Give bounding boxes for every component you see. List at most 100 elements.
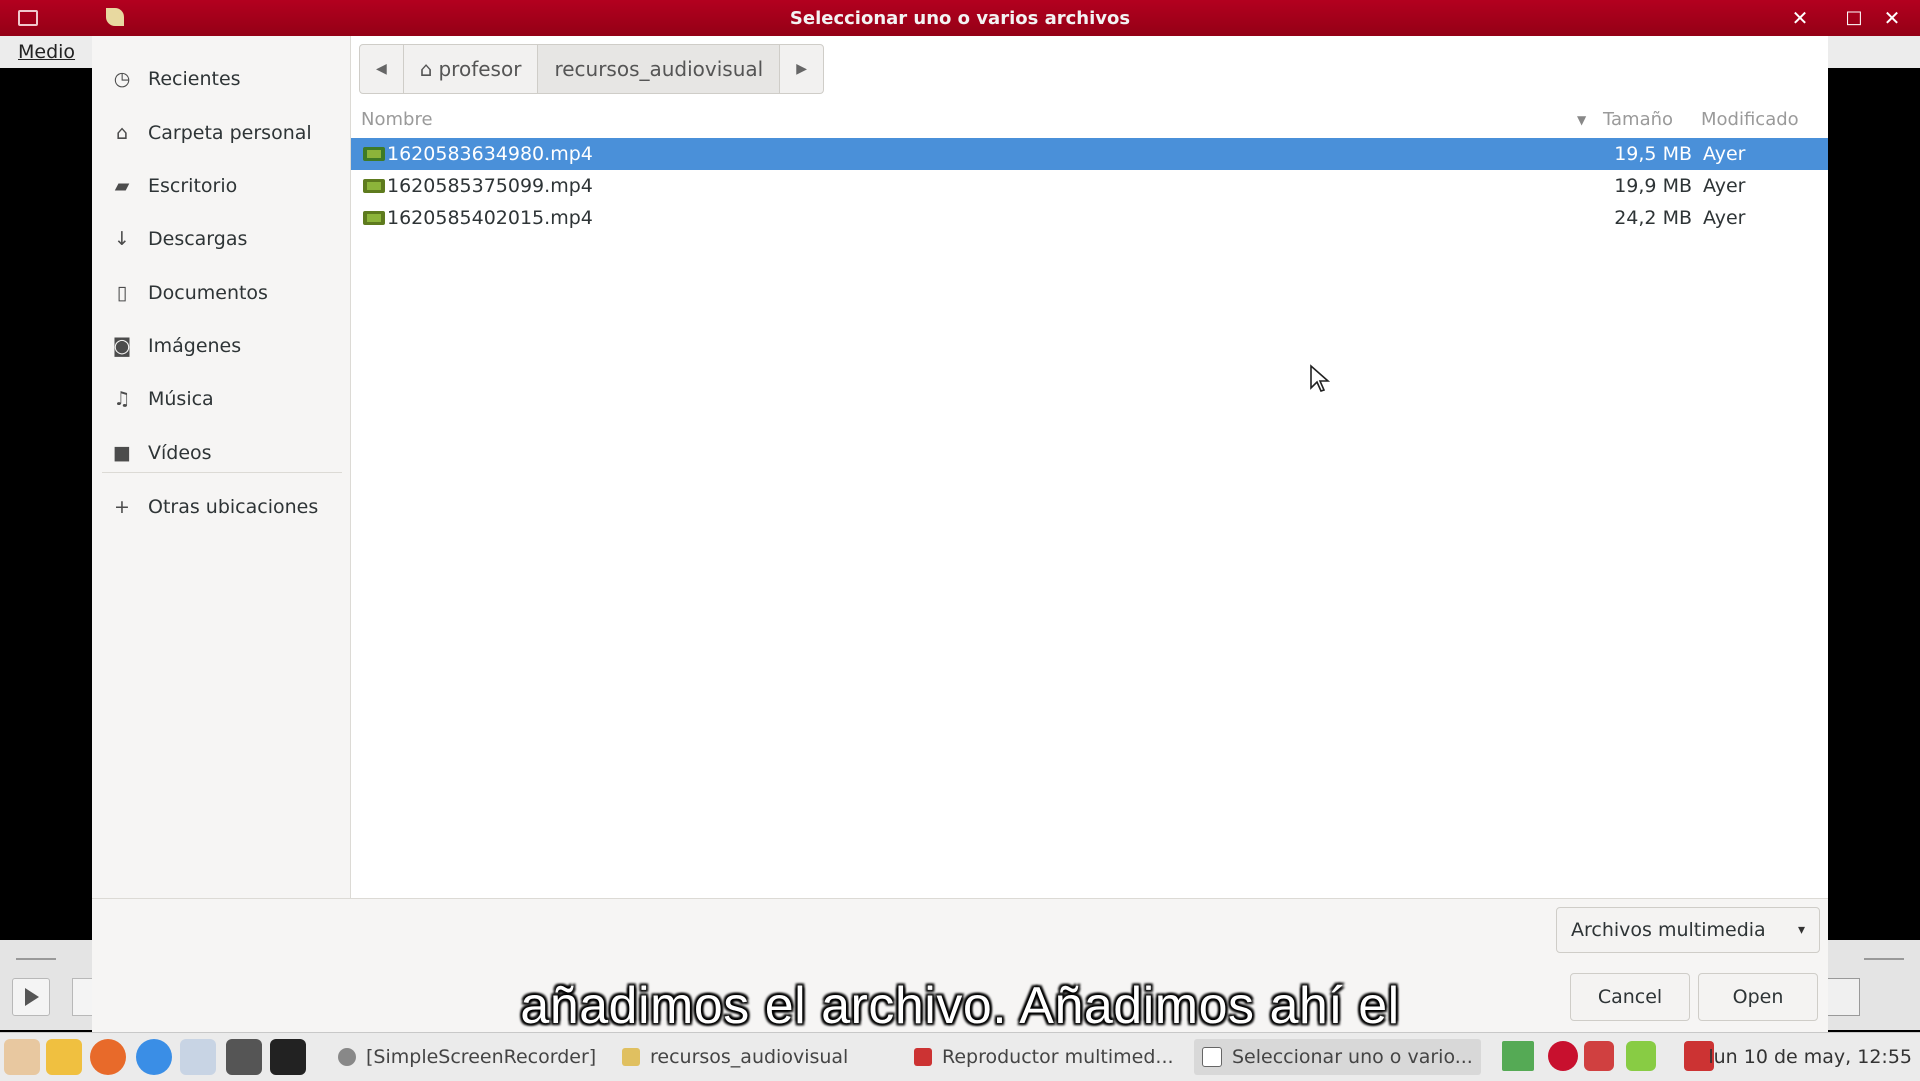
chevron-down-icon: ▾: [1797, 922, 1805, 938]
sidebar-item-musica[interactable]: ♫ Música: [92, 374, 350, 424]
sidebar-item-label: Documentos: [148, 282, 268, 304]
chromium-icon[interactable]: [136, 1039, 172, 1075]
camera-icon: ◙: [112, 335, 132, 357]
mouse-cursor-icon: [1309, 364, 1331, 398]
video-file-icon: [363, 211, 385, 225]
dialog-icon: [1202, 1047, 1222, 1067]
sidebar-item-label: Otras ubicaciones: [148, 496, 319, 518]
sidebar-item-label: Escritorio: [148, 175, 238, 197]
sidebar-item-label: Carpeta personal: [148, 122, 312, 144]
clock[interactable]: lun 10 de may, 12:55: [1708, 1039, 1912, 1075]
sidebar-item-label: Música: [148, 388, 214, 410]
sidebar-item-descargas[interactable]: ↓ Descargas: [92, 214, 350, 264]
home-icon: ⌂: [115, 122, 129, 144]
recorder-icon: [338, 1048, 356, 1066]
file-size: 19,5 MB: [1614, 143, 1692, 165]
video-subtitle: añadimos el archivo. Añadimos ahí el: [520, 977, 1400, 1035]
path-segment-label: recursos_audiovisual: [554, 57, 764, 81]
music-icon: ♫: [113, 388, 131, 410]
task-simplescreenrecorder[interactable]: [SimpleScreenRecorder]: [330, 1039, 604, 1075]
sidebar-separator: [102, 472, 342, 473]
file-size: 19,9 MB: [1614, 175, 1692, 197]
path-segment-profesor[interactable]: ⌂ profesor: [404, 45, 539, 93]
sidebar-item-carpeta-personal[interactable]: ⌂ Carpeta personal: [92, 108, 350, 158]
dialog-close-icon[interactable]: ✕: [1788, 6, 1812, 30]
task-label: Seleccionar uno o vario...: [1232, 1046, 1473, 1068]
home-icon: ⌂: [419, 57, 433, 81]
close-icon[interactable]: ✕: [1880, 6, 1904, 30]
folder-icon: ▰: [114, 175, 130, 197]
column-header: Nombre ▼ Tamaño Modificado: [351, 102, 1828, 139]
video-file-icon: [363, 179, 385, 193]
column-modified[interactable]: Modificado: [1701, 102, 1799, 138]
folder-icon: [622, 1048, 640, 1066]
chevron-right-icon: ▶: [796, 61, 807, 77]
player-volume-slider[interactable]: [1864, 958, 1904, 960]
file-manager-icon[interactable]: [180, 1039, 216, 1075]
download-icon: ↓: [114, 228, 130, 250]
file-type-filter-label: Archivos multimedia: [1571, 919, 1766, 941]
sidebar-item-documentos[interactable]: ▯ Documentos: [92, 268, 350, 318]
sidebar-item-label: Recientes: [148, 68, 241, 90]
app-menu-icon[interactable]: [4, 1039, 40, 1075]
sidebar-item-imagenes[interactable]: ◙ Imágenes: [92, 321, 350, 371]
text-editor-icon[interactable]: [46, 1039, 82, 1075]
file-chooser-dialog: ◷ Recientes ⌂ Carpeta personal ▰ Escrito…: [92, 36, 1828, 1033]
chevron-left-icon: ◀: [376, 61, 387, 77]
file-name: 1620585402015.mp4: [387, 207, 593, 229]
sidebar-item-escritorio[interactable]: ▰ Escritorio: [92, 161, 350, 211]
taskbar: [SimpleScreenRecorder] recursos_audiovis…: [0, 1032, 1920, 1081]
task-reproductor[interactable]: Reproductor multimed...: [906, 1039, 1182, 1075]
sort-descending-icon[interactable]: ▼: [1577, 102, 1586, 138]
task-label: Reproductor multimed...: [942, 1046, 1174, 1068]
screen-recorder-icon[interactable]: [270, 1039, 306, 1075]
sidebar-item-label: Vídeos: [148, 442, 212, 464]
task-label: recursos_audiovisual: [650, 1046, 849, 1068]
places-sidebar: ◷ Recientes ⌂ Carpeta personal ▰ Escrito…: [92, 36, 351, 898]
file-name: 1620585375099.mp4: [387, 175, 593, 197]
window-titlebar: Seleccionar uno o varios archivos ✕ □ ✕: [0, 0, 1920, 36]
task-recursos-audiovisual[interactable]: recursos_audiovisual: [614, 1039, 856, 1075]
menu-medio[interactable]: Medio: [6, 36, 87, 68]
path-segment-recursos-audiovisual[interactable]: recursos_audiovisual: [538, 45, 781, 93]
player-position-slider[interactable]: [16, 958, 56, 960]
media-player-icon: [914, 1048, 932, 1066]
task-seleccionar[interactable]: Seleccionar uno o vario...: [1194, 1039, 1481, 1075]
terminal-icon[interactable]: [226, 1039, 262, 1075]
file-modified: Ayer: [1703, 143, 1746, 165]
file-list-pane: ◀ ⌂ profesor recursos_audiovisual ▶ Nomb…: [351, 36, 1828, 898]
sidebar-item-otras-ubicaciones[interactable]: + Otras ubicaciones: [92, 482, 350, 532]
sidebar-item-videos[interactable]: ■ Vídeos: [92, 428, 350, 478]
sidebar-item-recientes[interactable]: ◷ Recientes: [92, 54, 350, 104]
notification-icon[interactable]: [1584, 1041, 1614, 1071]
file-size: 24,2 MB: [1614, 207, 1692, 229]
plus-icon: +: [114, 496, 130, 518]
path-bar: ◀ ⌂ profesor recursos_audiovisual ▶: [359, 44, 824, 94]
file-list: 1620583634980.mp4 19,5 MB Ayer 162058537…: [351, 138, 1828, 234]
task-label: [SimpleScreenRecorder]: [366, 1046, 597, 1068]
file-modified: Ayer: [1703, 175, 1746, 197]
video-file-icon: [363, 147, 385, 161]
video-icon: ■: [113, 442, 131, 464]
column-name[interactable]: Nombre: [361, 102, 433, 138]
file-row[interactable]: 1620585375099.mp4 19,9 MB Ayer: [351, 170, 1828, 202]
file-row[interactable]: 1620583634980.mp4 19,5 MB Ayer: [351, 138, 1828, 170]
clock-icon: ◷: [113, 68, 131, 90]
sidebar-item-label: Descargas: [148, 228, 248, 250]
file-modified: Ayer: [1703, 207, 1746, 229]
file-name: 1620583634980.mp4: [387, 143, 593, 165]
column-size[interactable]: Tamaño: [1603, 102, 1673, 138]
network-signal-icon[interactable]: [1502, 1041, 1534, 1071]
path-segment-label: profesor: [438, 57, 522, 81]
path-forward-button[interactable]: ▶: [780, 45, 823, 93]
path-back-button[interactable]: ◀: [360, 45, 404, 93]
document-icon: ▯: [116, 282, 128, 304]
file-type-filter[interactable]: Archivos multimedia ▾: [1556, 907, 1820, 953]
record-icon[interactable]: [1548, 1041, 1578, 1071]
battery-icon[interactable]: [1626, 1041, 1656, 1071]
sidebar-item-label: Imágenes: [148, 335, 242, 357]
maximize-icon[interactable]: □: [1842, 6, 1866, 30]
file-row[interactable]: 1620585402015.mp4 24,2 MB Ayer: [351, 202, 1828, 234]
window-title: Seleccionar uno o varios archivos: [789, 8, 1131, 29]
firefox-icon[interactable]: [90, 1039, 126, 1075]
